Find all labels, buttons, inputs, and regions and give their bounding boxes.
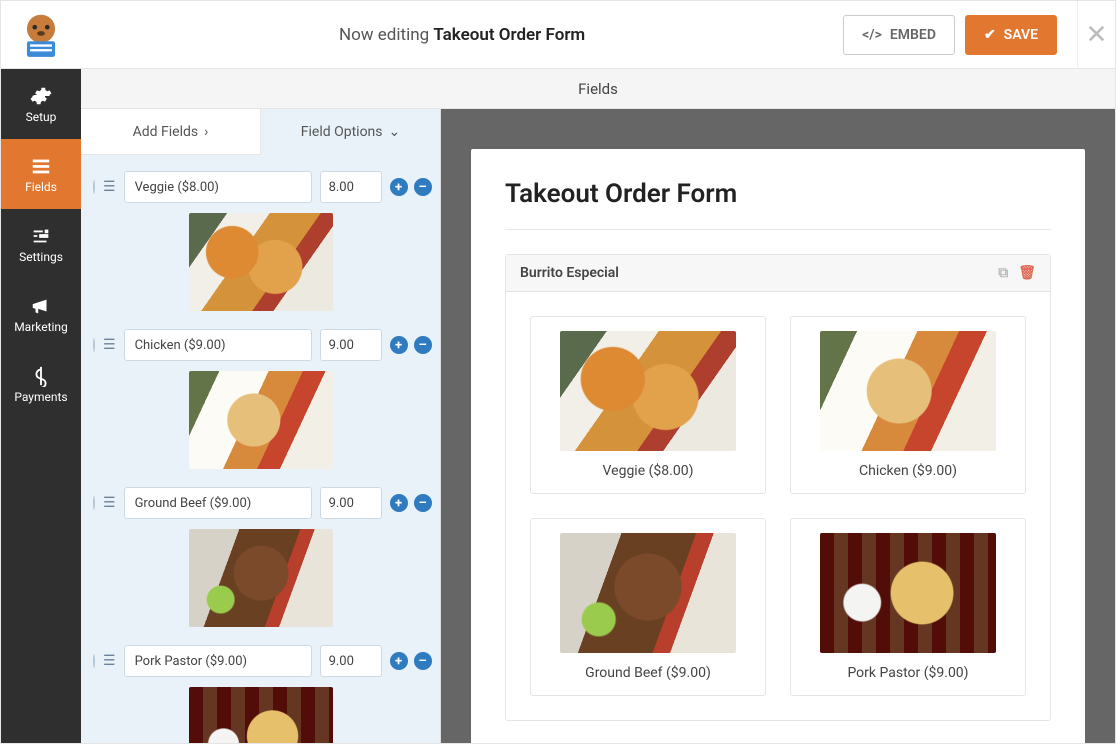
choice-image xyxy=(560,533,736,653)
option-thumbnail[interactable] xyxy=(189,213,333,311)
add-option-button[interactable]: + xyxy=(390,494,408,512)
choice-card[interactable]: Chicken ($9.00) xyxy=(790,316,1026,494)
choice-card[interactable]: Pork Pastor ($9.00) xyxy=(790,518,1026,696)
megaphone-icon xyxy=(30,295,52,317)
option-radio[interactable] xyxy=(93,338,95,352)
code-icon: </> xyxy=(862,27,882,43)
choice-caption: Ground Beef ($9.00) xyxy=(585,665,711,681)
choice-card[interactable]: Veggie ($8.00) xyxy=(530,316,766,494)
option-price-input[interactable] xyxy=(320,329,382,361)
option-label-input[interactable] xyxy=(124,487,312,519)
tab-field-options[interactable]: Field Options ⌄ xyxy=(261,109,440,155)
nav-settings[interactable]: Settings xyxy=(1,209,81,279)
remove-option-button[interactable]: – xyxy=(414,336,432,354)
trash-icon[interactable]: 🗑 xyxy=(1018,265,1036,281)
option-label-input[interactable] xyxy=(124,645,312,677)
nav-payments[interactable]: Payments xyxy=(1,349,81,419)
option-row: ☰ + – xyxy=(93,645,428,743)
option-row: ☰ + – xyxy=(93,171,428,311)
tab-add-fields[interactable]: Add Fields › xyxy=(81,109,261,155)
chevron-right-icon: › xyxy=(204,124,208,140)
drag-icon[interactable]: ☰ xyxy=(103,179,116,195)
option-price-input[interactable] xyxy=(320,645,382,677)
option-radio[interactable] xyxy=(93,180,95,194)
sliders-icon xyxy=(30,225,52,247)
remove-option-button[interactable]: – xyxy=(414,494,432,512)
nav-setup[interactable]: Setup xyxy=(1,69,81,139)
option-price-input[interactable] xyxy=(320,171,382,203)
nav-marketing[interactable]: Marketing xyxy=(1,279,81,349)
choice-image xyxy=(560,331,736,451)
drag-icon[interactable]: ☰ xyxy=(103,653,116,669)
field-block[interactable]: Burrito Especial ⧉ 🗑 Veggie ($8.00) Chic… xyxy=(505,254,1051,721)
form-title: Takeout Order Form xyxy=(505,179,1051,209)
gear-icon xyxy=(30,85,52,107)
add-option-button[interactable]: + xyxy=(390,652,408,670)
choice-card[interactable]: Ground Beef ($9.00) xyxy=(530,518,766,696)
now-editing-text: Now editing Takeout Order Form xyxy=(81,25,843,45)
check-icon: ✔ xyxy=(984,27,996,43)
duplicate-icon[interactable]: ⧉ xyxy=(998,265,1008,281)
choice-caption: Chicken ($9.00) xyxy=(859,463,957,479)
choice-image xyxy=(820,533,996,653)
drag-icon[interactable]: ☰ xyxy=(103,337,116,353)
option-price-input[interactable] xyxy=(320,487,382,519)
nav-fields[interactable]: Fields xyxy=(1,139,81,209)
dollar-icon xyxy=(30,365,52,387)
option-radio[interactable] xyxy=(93,496,95,510)
option-label-input[interactable] xyxy=(124,171,312,203)
left-nav: Setup Fields Settings Marketing Payments xyxy=(1,69,81,743)
choice-caption: Pork Pastor ($9.00) xyxy=(847,665,968,681)
preview-pane[interactable]: Takeout Order Form Burrito Especial ⧉ 🗑 … xyxy=(441,109,1115,743)
option-thumbnail[interactable] xyxy=(189,371,333,469)
option-radio[interactable] xyxy=(93,654,95,668)
close-icon[interactable]: ✕ xyxy=(1077,1,1115,69)
remove-option-button[interactable]: – xyxy=(414,652,432,670)
save-button[interactable]: ✔ SAVE xyxy=(965,15,1057,55)
option-row: ☰ + – xyxy=(93,329,428,469)
fields-bar: Fields xyxy=(81,69,1115,109)
choice-image xyxy=(820,331,996,451)
embed-button[interactable]: </> EMBED xyxy=(843,15,955,55)
option-thumbnail[interactable] xyxy=(189,687,333,743)
divider xyxy=(505,229,1051,230)
option-label-input[interactable] xyxy=(124,329,312,361)
chevron-down-icon: ⌄ xyxy=(389,124,401,140)
add-option-button[interactable]: + xyxy=(390,178,408,196)
app-logo xyxy=(1,10,81,60)
option-row: ☰ + – xyxy=(93,487,428,627)
options-panel[interactable]: ☰ + – ☰ + – ☰ + – xyxy=(81,155,440,743)
remove-option-button[interactable]: – xyxy=(414,178,432,196)
choice-caption: Veggie ($8.00) xyxy=(603,463,694,479)
drag-icon[interactable]: ☰ xyxy=(103,495,116,511)
add-option-button[interactable]: + xyxy=(390,336,408,354)
field-label: Burrito Especial xyxy=(520,265,619,281)
option-thumbnail[interactable] xyxy=(189,529,333,627)
list-icon xyxy=(30,155,52,177)
